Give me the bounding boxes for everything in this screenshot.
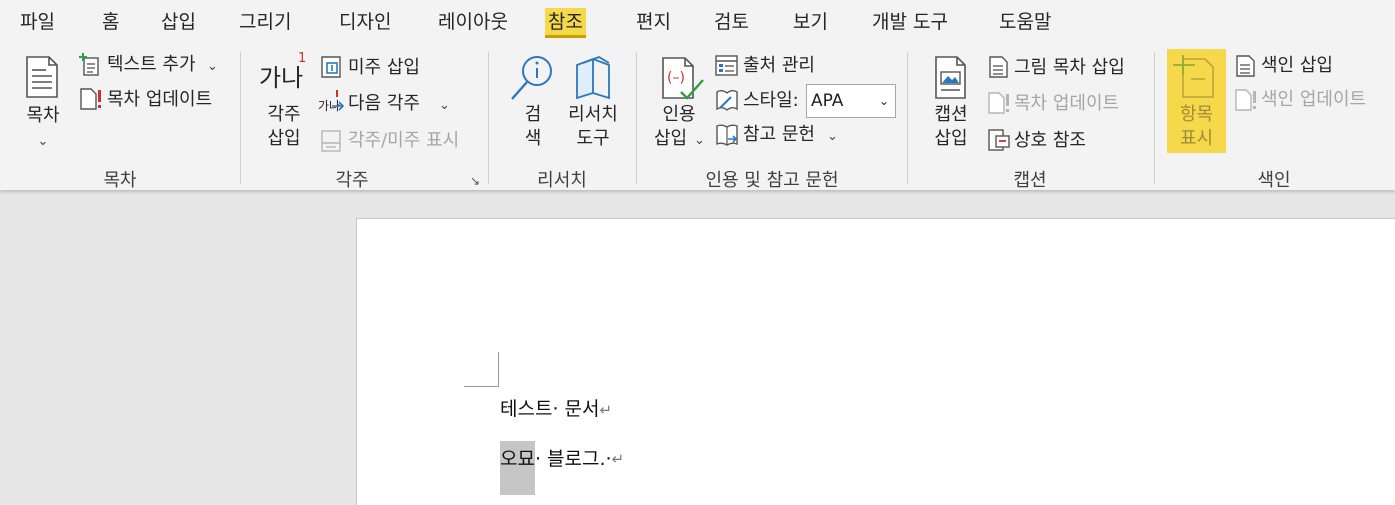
next-footnote-label: 다음 각주 — [348, 93, 420, 114]
manage-sources-label: 출처 관리 — [743, 55, 815, 76]
update-toc-label: 목차 업데이트 — [107, 89, 213, 110]
table-of-figures-icon — [989, 56, 1008, 78]
insert-index-icon — [1236, 55, 1255, 77]
insert-endnote-icon — [321, 56, 341, 78]
tab-layout[interactable]: 레이아웃 — [435, 8, 511, 38]
tab-file[interactable]: 파일 — [17, 8, 58, 38]
show-notes-label: 각주/미주 표시 — [348, 130, 460, 151]
tab-insert[interactable]: 삽입 — [158, 8, 199, 38]
document-paragraph-1[interactable]: 테스트· 문서↵ — [500, 394, 612, 421]
mark-entry-icon — [1173, 55, 1214, 98]
group-separator — [1154, 52, 1155, 184]
update-index-label: 색인 업데이트 — [1261, 89, 1367, 110]
paragraph-text: · 블로그.· — [534, 448, 612, 470]
search-label-1: 검 — [524, 104, 542, 125]
tab-mailings[interactable]: 편지 — [633, 8, 674, 38]
chevron-down-icon: ⌄ — [207, 59, 218, 74]
insert-citation-label-1: 인용 — [662, 104, 696, 125]
group-separator — [240, 52, 241, 184]
update-index-icon — [1235, 89, 1256, 111]
page-margin-marker — [464, 386, 499, 387]
insert-footnote-label-2: 삽입 — [267, 128, 301, 149]
update-table-label: 목차 업데이트 — [1014, 93, 1120, 114]
cross-reference-icon — [988, 129, 1010, 151]
selected-text: 오묘 — [500, 441, 535, 495]
paragraph-mark: ↵ — [611, 450, 625, 468]
add-text-icon — [79, 53, 99, 76]
tab-references[interactable]: 참조 — [545, 8, 586, 38]
next-arrow-icon — [332, 90, 345, 111]
ribbon: 목차 ⌄ 텍스트 추가 ⌄ 목차 업데이트 목차 가나 1 각주 삽입 미주 삽… — [0, 46, 1395, 192]
group-separator — [488, 52, 489, 184]
table-of-contents-icon — [26, 56, 58, 98]
bibliography-icon — [716, 124, 738, 146]
tab-developer[interactable]: 개발 도구 — [869, 8, 951, 38]
update-document-icon — [80, 88, 101, 110]
tab-review[interactable]: 검토 — [711, 8, 752, 38]
insert-caption-icon — [935, 56, 966, 99]
tab-home[interactable]: 홈 — [99, 8, 122, 38]
toc-button-label: 목차 — [26, 105, 60, 126]
document-paragraph-2[interactable]: 오묘· 블로그.·↵ — [500, 441, 624, 495]
add-text-label: 텍스트 추가 — [107, 54, 196, 75]
manage-sources-icon — [715, 55, 738, 76]
citation-style-value: APA — [811, 91, 844, 111]
search-icon — [511, 56, 552, 100]
cross-reference-label: 상호 참조 — [1014, 130, 1086, 151]
dialog-launcher-icon[interactable]: ↘ — [470, 170, 480, 192]
citation-style-icon — [716, 90, 738, 111]
chevron-down-icon: ⌄ — [37, 134, 49, 149]
insert-citation-label-2: 삽입 — [654, 128, 688, 149]
group-label-captions: 캡션 — [1013, 170, 1047, 191]
group-label-index: 색인 — [1257, 170, 1291, 191]
insert-endnote-label: 미주 삽입 — [348, 57, 420, 78]
group-label-toc: 목차 — [103, 170, 137, 191]
tab-draw[interactable]: 그리기 — [236, 8, 294, 38]
footnote-superscript: 1 — [298, 51, 307, 66]
tab-design[interactable]: 디자인 — [336, 8, 394, 38]
menu-tab-bar: 파일 홈 삽입 그리기 디자인 레이아웃 참조 편지 검토 보기 개발 도구 도… — [0, 0, 1395, 46]
researcher-label-2: 도구 — [576, 128, 610, 149]
chevron-down-icon: ⌄ — [827, 129, 838, 144]
footnote-icon: 가나 — [259, 64, 304, 92]
chevron-down-icon: ⌄ — [878, 94, 889, 108]
mark-entry-button[interactable]: 항목 표시 — [1167, 49, 1226, 153]
group-label-citations: 인용 및 참고 문헌 — [705, 170, 839, 191]
group-separator — [907, 52, 908, 184]
group-label-footnotes: 각주 — [335, 170, 369, 191]
researcher-books-icon — [576, 56, 610, 99]
group-separator — [636, 52, 637, 184]
insert-index-label: 색인 삽입 — [1261, 55, 1333, 76]
update-table-icon — [988, 92, 1009, 114]
group-label-research: 리서치 — [537, 170, 587, 191]
show-notes-icon — [321, 130, 341, 152]
insert-caption-label-2: 삽입 — [934, 128, 968, 149]
insert-caption-label-1: 캡션 — [934, 104, 968, 125]
chevron-down-icon: ⌄ — [694, 133, 705, 148]
insert-footnote-label-1: 각주 — [267, 104, 301, 125]
mark-entry-label-2: 표시 — [1179, 128, 1214, 149]
citation-style-label: 스타일: — [743, 90, 799, 111]
svg-text:(–): (–) — [667, 70, 685, 86]
bibliography-label: 참고 문헌 — [743, 124, 815, 145]
mark-entry-label-1: 항목 — [1179, 104, 1214, 125]
paragraph-text: 테스트· 문서 — [500, 398, 600, 420]
chevron-down-icon: ⌄ — [439, 98, 450, 113]
paragraph-mark: ↵ — [599, 401, 613, 419]
citation-style-select[interactable]: APA ⌄ — [806, 84, 896, 118]
page-margin-marker — [498, 352, 499, 386]
search-label-2: 색 — [524, 128, 542, 149]
researcher-label-1: 리서치 — [568, 104, 618, 125]
insert-table-of-figures-label: 그림 목차 삽입 — [1014, 57, 1125, 78]
insert-citation-icon: (–) — [662, 57, 704, 100]
tab-view[interactable]: 보기 — [790, 8, 831, 38]
tab-help[interactable]: 도움말 — [996, 8, 1054, 38]
